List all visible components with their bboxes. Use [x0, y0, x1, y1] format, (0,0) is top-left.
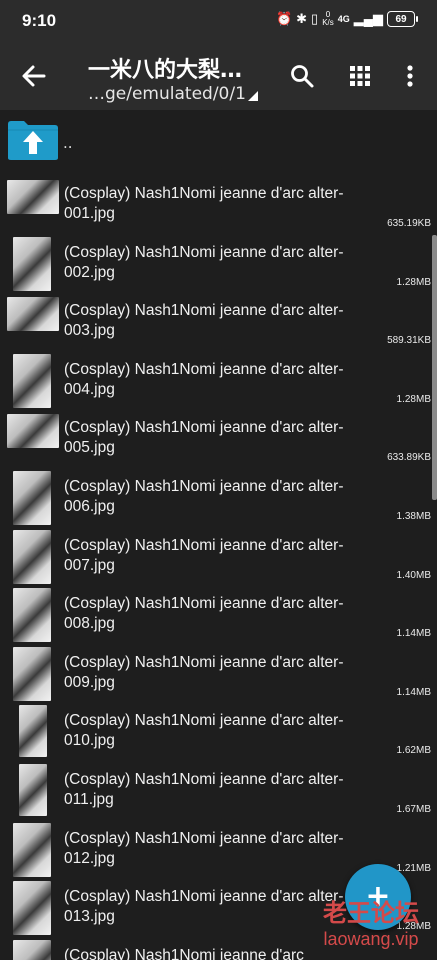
watermark-en: laowang.vip	[323, 929, 419, 949]
file-name: (Cosplay) Nash1Nomi jeanne d'arc alter-0…	[64, 712, 344, 750]
watermark: 老王论坛 laowang.vip	[310, 898, 432, 950]
status-icons: ⏰ ✱ ▯ 0 K/s 4G ▂▄▆ 69	[275, 11, 418, 27]
image-thumbnail	[13, 822, 51, 877]
file-size: 1.38MB	[396, 511, 431, 522]
grid-view-button[interactable]	[345, 61, 375, 91]
path-label: …ge/emulated/0/1	[88, 84, 246, 104]
file-item[interactable]: (Cosplay) Nash1Nomi jeanne d'arc alter-0…	[0, 236, 437, 295]
bluetooth-icon: ✱	[296, 11, 308, 26]
battery-icon: 69	[387, 11, 418, 27]
file-size: 1.14MB	[396, 686, 431, 698]
more-vert-icon	[407, 65, 413, 87]
path-dropdown[interactable]: …ge/emulated/0/1	[88, 84, 258, 104]
file-item[interactable]: (Cosplay) Nash1Nomi jeanne d'arc alter-0…	[0, 705, 437, 763]
image-thumbnail	[13, 353, 51, 408]
file-name: (Cosplay) Nash1Nomi jeanne d'arc alter-0…	[64, 536, 344, 574]
image-thumbnail	[13, 529, 51, 584]
file-item[interactable]: (Cosplay) Nash1Nomi jeanne d'arc alter-0…	[0, 353, 437, 412]
file-item[interactable]: (Cosplay) Nash1Nomi jeanne d'arc alter-0…	[0, 646, 437, 705]
file-size: 1.40MB	[396, 569, 431, 581]
file-item[interactable]: (Cosplay) Nash1Nomi jeanne d'arc alter-0…	[0, 588, 437, 646]
file-name: (Cosplay) Nash1Nomi jeanne d'arc alter-0…	[64, 653, 344, 691]
alarm-icon: ⏰	[275, 11, 293, 26]
status-bar: 9:10 ⏰ ✱ ▯ 0 K/s 4G ▂▄▆ 69	[0, 0, 437, 44]
file-item[interactable]: (Cosplay) Nash1Nomi jeanne d'arc alter-0…	[0, 295, 437, 353]
file-name: (Cosplay) Nash1Nomi jeanne d'arc alter-0…	[64, 771, 344, 808]
image-thumbnail	[7, 297, 59, 332]
file-name: (Cosplay) Nash1Nomi jeanne d'arc alter-0…	[64, 360, 344, 398]
file-size: 635.19KB	[387, 218, 431, 229]
status-time: 9:10	[22, 11, 57, 30]
file-size: 1.62MB	[396, 745, 431, 757]
file-size: 1.67MB	[396, 804, 431, 815]
net-speed: 0 K/s	[322, 11, 334, 27]
image-thumbnail	[13, 646, 51, 701]
image-thumbnail	[13, 471, 51, 525]
file-size: 1.14MB	[396, 628, 431, 640]
file-size: 1.28MB	[396, 393, 431, 405]
file-name: (Cosplay) Nash1Nomi jeanne d'arc alter-0…	[64, 419, 344, 457]
net-speed-unit: K/s	[322, 18, 334, 27]
image-thumbnail	[7, 414, 59, 449]
file-size: 589.31KB	[387, 335, 431, 347]
image-thumbnail	[19, 705, 47, 758]
search-icon	[291, 65, 314, 88]
parent-folder-label: ..	[63, 134, 73, 152]
file-name: (Cosplay) Nash1Nomi jeanne d'arc alter-0…	[64, 595, 344, 633]
battery-level: 69	[395, 13, 407, 25]
watermark-cn: 老王论坛	[323, 899, 419, 927]
signal-icon: ▂▄▆	[353, 11, 383, 26]
toolbar: 一米八的大梨… …ge/emulated/0/1	[0, 44, 437, 110]
image-thumbnail	[13, 939, 51, 960]
file-name: (Cosplay) Nash1Nomi jeanne d'arc alter-0…	[64, 302, 344, 340]
file-size: 1.28MB	[396, 276, 431, 288]
file-size: 1.21MB	[396, 862, 431, 874]
grid-icon	[350, 66, 370, 86]
back-button[interactable]	[18, 60, 50, 92]
back-arrow-icon	[22, 65, 46, 87]
file-size: 633.89KB	[387, 452, 431, 464]
file-name: (Cosplay) Nash1Nomi jeanne d'arc alter-0…	[64, 243, 344, 281]
file-name: (Cosplay) Nash1Nomi jeanne d'arc alter-0…	[64, 829, 344, 867]
image-thumbnail	[13, 881, 51, 936]
folder-title: 一米八的大梨…	[88, 58, 243, 83]
file-item[interactable]: (Cosplay) Nash1Nomi jeanne d'arc alter-0…	[0, 412, 437, 470]
dropdown-triangle-icon	[247, 91, 258, 101]
file-item[interactable]: (Cosplay) Nash1Nomi jeanne d'arc alter-0…	[0, 529, 437, 588]
scrollbar[interactable]	[432, 235, 437, 500]
file-name: (Cosplay) Nash1Nomi jeanne d'arc alter-0…	[64, 185, 344, 222]
image-thumbnail	[19, 764, 47, 816]
file-name: (Cosplay) Nash1Nomi jeanne d'arc alter-0…	[64, 478, 344, 515]
file-item[interactable]: (Cosplay) Nash1Nomi jeanne d'arc alter-0…	[0, 178, 437, 236]
vibrate-icon: ▯	[311, 11, 319, 26]
folder-up-icon	[8, 121, 58, 160]
more-options-button[interactable]	[395, 61, 425, 91]
file-item[interactable]: (Cosplay) Nash1Nomi jeanne d'arc alter-0…	[0, 764, 437, 822]
image-thumbnail	[13, 236, 51, 291]
parent-folder-item[interactable]: ..	[0, 110, 437, 172]
file-list[interactable]: .. (Cosplay) Nash1Nomi jeanne d'arc alte…	[0, 110, 437, 960]
signal-type: 4G	[337, 14, 350, 24]
file-item[interactable]: (Cosplay) Nash1Nomi jeanne d'arc alter-0…	[0, 471, 437, 529]
image-thumbnail	[7, 180, 59, 214]
search-button[interactable]	[287, 61, 317, 91]
image-thumbnail	[13, 588, 51, 643]
